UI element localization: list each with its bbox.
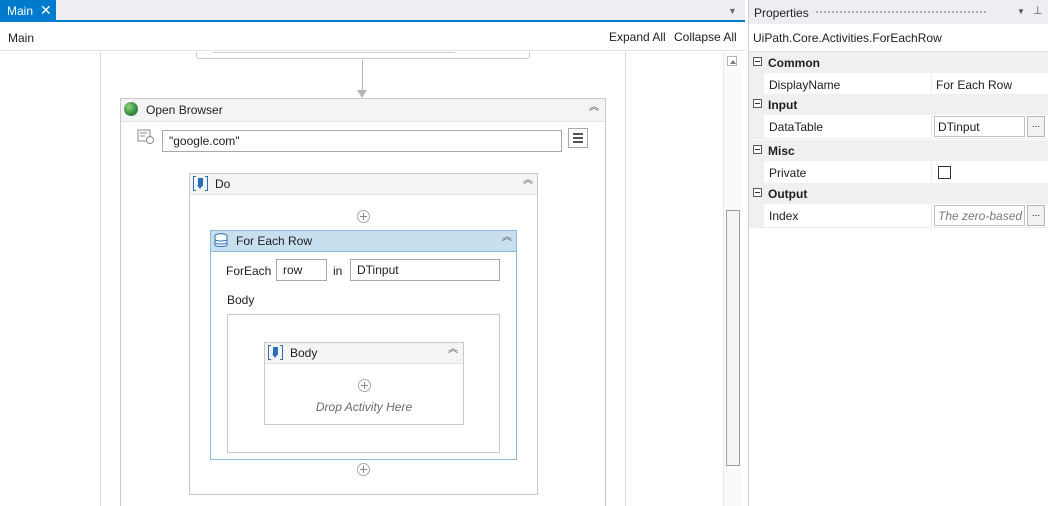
category-name: Input xyxy=(768,98,798,112)
category-name: Common xyxy=(768,56,820,70)
collection-input[interactable]: DTinput xyxy=(350,259,500,281)
breadcrumb[interactable]: Main xyxy=(8,31,34,45)
open-browser-activity[interactable]: Open Browser ︽ "google.com" Do ︽ For Eac… xyxy=(120,98,606,506)
connector-line xyxy=(362,60,363,92)
in-label: in xyxy=(333,264,343,278)
properties-panel: Properties ▼ ⊥ UiPath.Core.Activities.Fo… xyxy=(748,0,1048,506)
panel-grip[interactable] xyxy=(815,10,987,15)
sequence-border-left xyxy=(100,52,101,506)
body-label: Body xyxy=(227,293,255,307)
menu-icon[interactable] xyxy=(568,128,588,148)
private-checkbox[interactable] xyxy=(938,166,951,179)
ellipsis-button[interactable]: ... xyxy=(1027,205,1045,226)
category-input[interactable]: Input xyxy=(749,94,1048,115)
do-sequence-title: Do xyxy=(215,177,231,191)
property-row-private[interactable]: Private xyxy=(749,161,1048,185)
property-name: DataTable xyxy=(769,120,824,134)
ellipsis-button[interactable]: ... xyxy=(1027,116,1045,137)
properties-title: Properties xyxy=(754,6,809,20)
collapse-chevron-icon[interactable]: ︽ xyxy=(521,176,535,190)
collapse-toggle-icon[interactable] xyxy=(753,188,762,197)
body-sequence-header[interactable]: Body ︽ xyxy=(265,343,463,364)
do-sequence-header[interactable]: Do ︽ xyxy=(190,174,537,195)
expand-all-button[interactable]: Expand All xyxy=(609,30,666,44)
index-input[interactable]: The zero-based xyxy=(934,205,1025,226)
vertical-scrollbar[interactable] xyxy=(723,52,741,506)
tab-main[interactable]: Main ✕ xyxy=(0,0,56,22)
category-common[interactable]: Common xyxy=(749,52,1048,73)
category-output[interactable]: Output xyxy=(749,183,1048,204)
for-each-row-title: For Each Row xyxy=(236,234,313,248)
body-container: Body ︽ Drop Activity Here xyxy=(227,314,500,453)
connector-arrow xyxy=(357,90,367,98)
close-icon[interactable]: ✕ xyxy=(40,2,52,18)
property-row-index[interactable]: Index The zero-based ... xyxy=(749,204,1048,228)
collapse-chevron-icon[interactable]: ︽ xyxy=(500,233,514,247)
collapse-toggle-icon[interactable] xyxy=(753,99,762,108)
pin-icon[interactable]: ⊥ xyxy=(1033,4,1043,17)
item-variable-input[interactable]: row xyxy=(276,259,327,281)
foreach-label: ForEach xyxy=(226,264,272,278)
properties-header: Properties ▼ ⊥ xyxy=(749,0,1048,24)
activity-type-bar: UiPath.Core.Activities.ForEachRow xyxy=(749,24,1048,52)
previous-activity-field xyxy=(213,52,455,53)
chevron-down-icon[interactable]: ▼ xyxy=(1017,7,1025,16)
activity-type: UiPath.Core.Activities.ForEachRow xyxy=(753,31,942,45)
property-name: Index xyxy=(769,209,799,223)
workflow-designer: Main ✕ ▼ Main Expand All Collapse All Op… xyxy=(0,0,745,506)
collapse-all-button[interactable]: Collapse All xyxy=(674,30,737,44)
sequence-border-right xyxy=(625,52,626,506)
body-sequence-title: Body xyxy=(290,346,318,360)
body-sequence[interactable]: Body ︽ Drop Activity Here xyxy=(264,342,464,425)
breadcrumb-bar: Main Expand All Collapse All xyxy=(0,24,745,51)
previous-activity[interactable] xyxy=(196,52,530,59)
do-sequence[interactable]: Do ︽ For Each Row ︽ ForEach row in DTinp… xyxy=(189,173,538,495)
datatable-input[interactable]: DTinput xyxy=(934,116,1025,137)
url-input[interactable]: "google.com" xyxy=(162,130,562,152)
open-browser-header[interactable]: Open Browser ︽ xyxy=(121,99,605,122)
datatable-icon xyxy=(214,233,228,247)
category-name: Misc xyxy=(768,144,795,158)
add-activity-icon[interactable] xyxy=(358,379,371,392)
sequence-icon xyxy=(268,345,283,360)
for-each-row-activity[interactable]: For Each Row ︽ ForEach row in DTinput Bo… xyxy=(210,230,517,460)
collapse-chevron-icon[interactable]: ︽ xyxy=(587,103,601,117)
displayname-value[interactable]: For Each Row xyxy=(936,78,1012,92)
drop-activity-hint: Drop Activity Here xyxy=(315,400,413,414)
target-selector-icon[interactable] xyxy=(137,129,155,145)
add-activity-icon[interactable] xyxy=(357,463,370,476)
category-name: Output xyxy=(768,187,808,201)
scrollbar-thumb[interactable] xyxy=(726,210,740,466)
collapse-chevron-icon[interactable]: ︽ xyxy=(446,345,460,359)
sequence-icon xyxy=(193,176,208,191)
designer-canvas[interactable]: Open Browser ︽ "google.com" Do ︽ For Eac… xyxy=(0,52,722,506)
category-misc[interactable]: Misc xyxy=(749,140,1048,161)
for-each-row-header[interactable]: For Each Row ︽ xyxy=(211,231,516,252)
scroll-up-arrow-icon[interactable] xyxy=(727,56,737,66)
property-row-datatable[interactable]: DataTable DTinput ... xyxy=(749,115,1048,139)
document-tab-bar: Main ✕ ▼ xyxy=(0,0,745,22)
browser-icon xyxy=(124,102,138,116)
property-name: Private xyxy=(769,166,807,180)
chevron-down-icon[interactable]: ▼ xyxy=(728,6,740,16)
add-activity-icon[interactable] xyxy=(357,210,370,223)
collapse-toggle-icon[interactable] xyxy=(753,57,762,66)
open-browser-title: Open Browser xyxy=(146,103,223,117)
property-name: DisplayName xyxy=(769,78,841,92)
tab-main-label: Main xyxy=(7,4,34,18)
collapse-toggle-icon[interactable] xyxy=(753,145,762,154)
